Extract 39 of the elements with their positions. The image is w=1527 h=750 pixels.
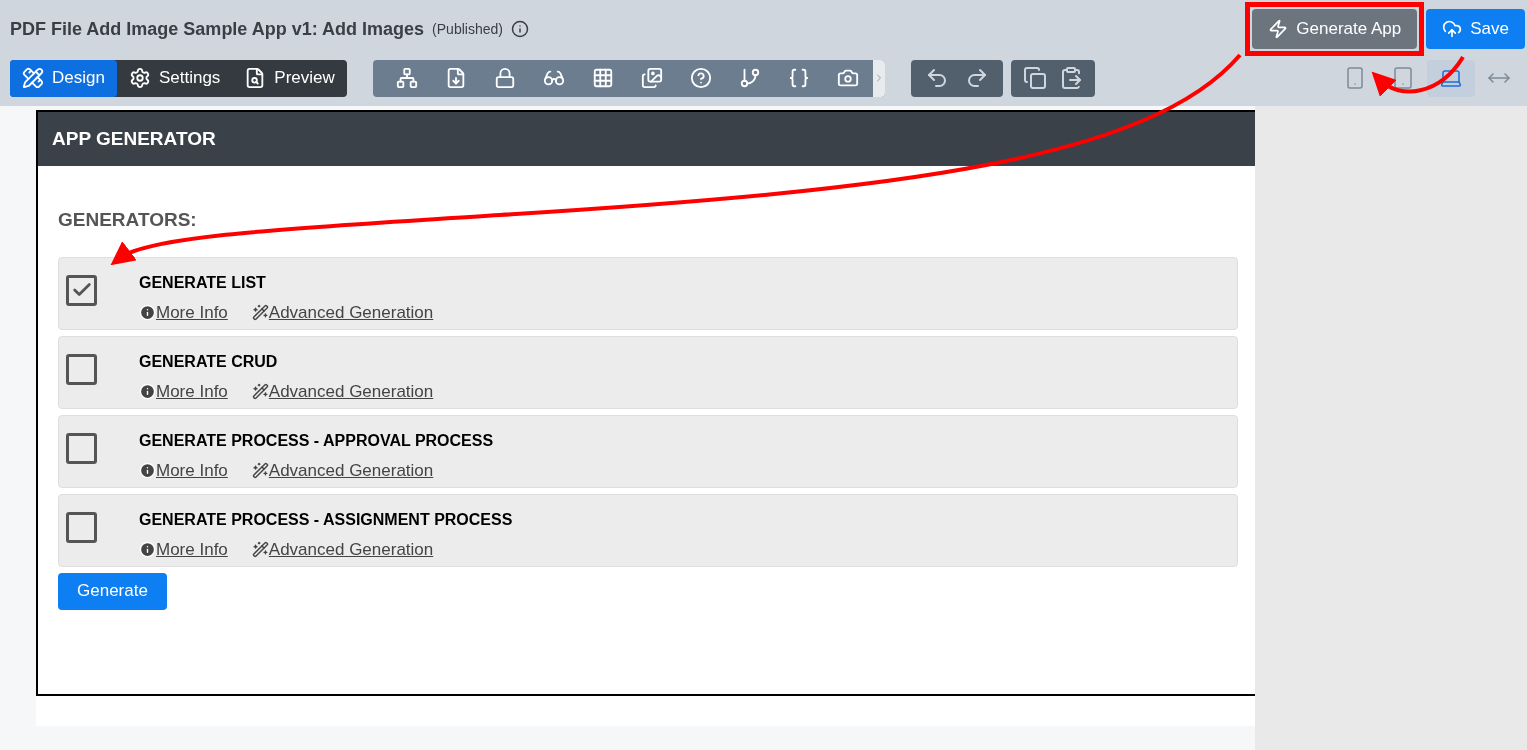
panel-title: APP GENERATOR <box>52 126 216 151</box>
gear-icon <box>128 67 151 89</box>
info-icon <box>139 540 156 558</box>
info-icon <box>139 382 156 400</box>
section-heading: GENERATORS: <box>58 208 198 232</box>
checkbox[interactable] <box>66 274 97 306</box>
advanced-generation-link[interactable]: Advanced Generation <box>268 536 434 562</box>
advanced-generation-link[interactable]: Advanced Generation <box>268 457 434 483</box>
info-icon[interactable] <box>510 20 529 38</box>
checkbox[interactable] <box>66 353 97 385</box>
generator-label: GENERATE CRUD <box>139 351 279 372</box>
info-icon <box>139 303 156 321</box>
lightning-icon <box>1268 19 1289 39</box>
magic-wand-icon <box>251 540 269 558</box>
generator-label: GENERATE PROCESS - ASSIGNMENT PROCESS <box>139 509 513 530</box>
checkbox[interactable] <box>66 432 97 464</box>
pencil-ruler-icon <box>22 67 44 89</box>
magic-wand-icon <box>251 303 269 321</box>
generate-button[interactable]: Generate <box>58 572 167 610</box>
mode-tab[interactable]: Settings <box>116 59 233 97</box>
save-button[interactable]: Save <box>1426 9 1525 49</box>
publish-status: (Published) <box>432 19 503 39</box>
mode-tab[interactable]: Design <box>10 59 117 97</box>
cloud-upload-icon <box>1442 19 1463 39</box>
generator-label: GENERATE PROCESS - APPROVAL PROCESS <box>139 430 494 451</box>
info-icon <box>139 461 156 479</box>
advanced-generation-link[interactable]: Advanced Generation <box>268 299 434 325</box>
magic-wand-icon <box>251 461 269 479</box>
generator-label: GENERATE LIST <box>139 272 267 293</box>
more-info-link[interactable]: More Info <box>156 299 228 325</box>
checkbox[interactable] <box>66 511 97 543</box>
more-info-link[interactable]: More Info <box>156 378 228 404</box>
more-info-link[interactable]: More Info <box>156 536 228 562</box>
magic-wand-icon <box>251 382 269 400</box>
mode-tab[interactable]: Preview <box>232 59 347 97</box>
app-title: PDF File Add Image Sample App v1: Add Images <box>10 17 425 41</box>
more-info-link[interactable]: More Info <box>156 457 228 483</box>
advanced-generation-link[interactable]: Advanced Generation <box>268 378 434 404</box>
generate-app-button[interactable]: Generate App <box>1252 9 1418 49</box>
